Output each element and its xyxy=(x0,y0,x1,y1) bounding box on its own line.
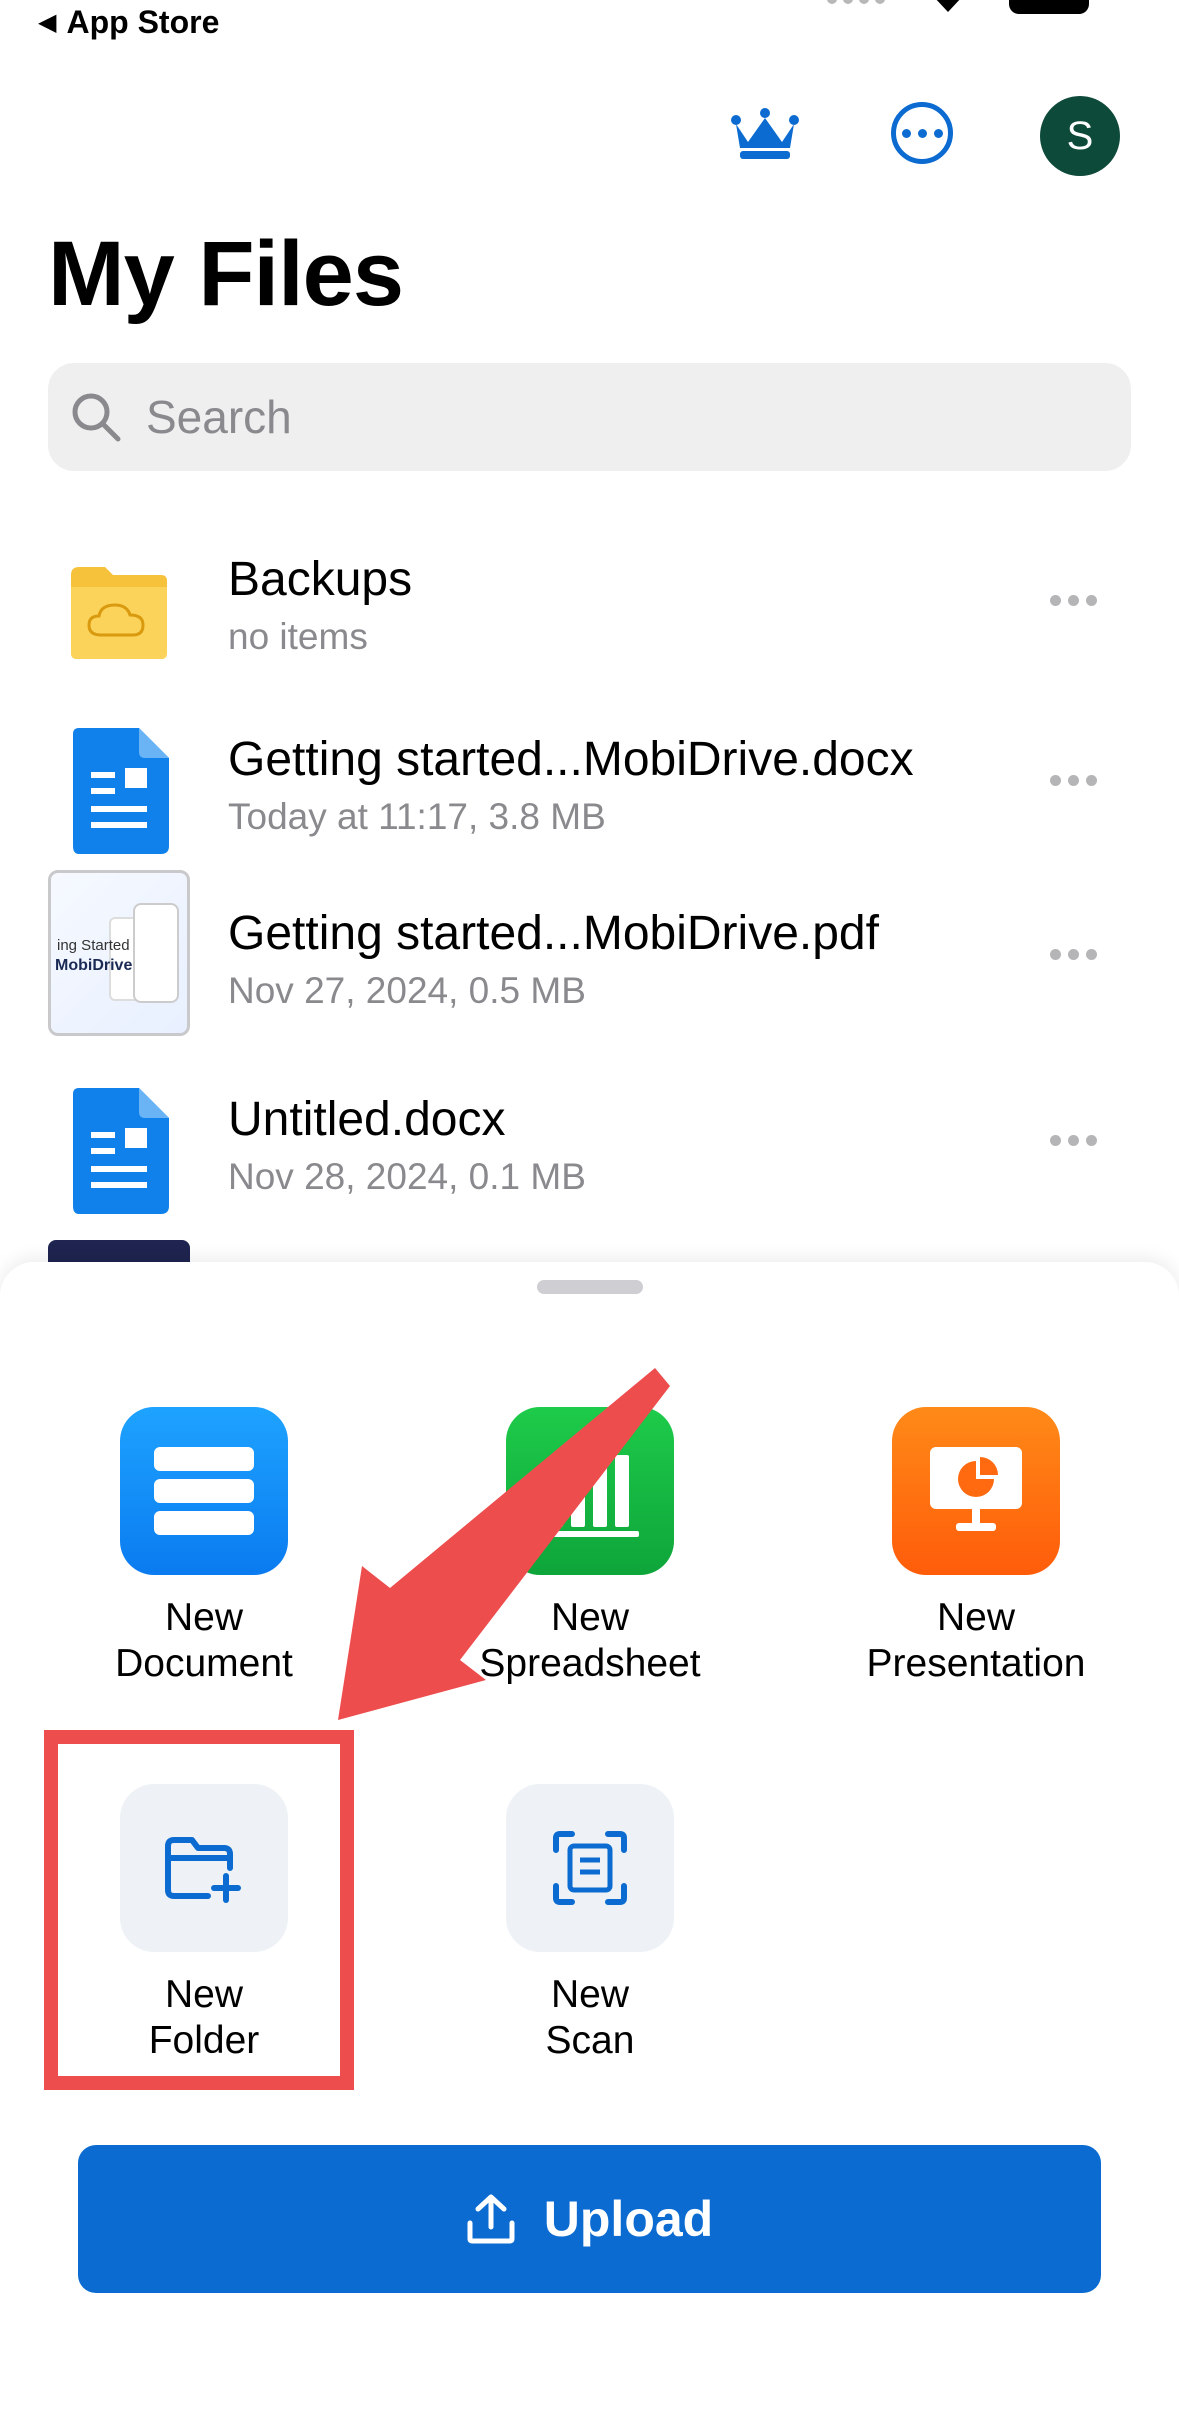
battery-icon xyxy=(1009,0,1089,14)
document-icon xyxy=(120,1407,288,1575)
upload-icon xyxy=(467,2194,515,2244)
row-more-icon[interactable] xyxy=(1050,592,1104,608)
action-label: Presentation xyxy=(866,1642,1086,1685)
list-item[interactable]: ing Started MobiDrive Getting started...… xyxy=(0,870,1179,1062)
docx-file-icon xyxy=(48,1080,190,1222)
file-meta: Nov 28, 2024, 0.1 MB xyxy=(228,1156,586,1197)
presentation-icon xyxy=(892,1407,1060,1575)
file-meta: no items xyxy=(228,616,368,657)
file-name: Backups xyxy=(228,553,413,606)
new-document-button[interactable]: New Document xyxy=(54,1407,354,1687)
back-app-label: App Store xyxy=(66,4,220,40)
avatar[interactable]: S xyxy=(1040,96,1120,176)
status-indicators xyxy=(827,0,1089,16)
scan-icon xyxy=(506,1784,674,1952)
more-options-icon[interactable] xyxy=(891,102,953,164)
back-triangle-icon: ◀ xyxy=(38,9,57,36)
action-label: New xyxy=(164,1596,244,1639)
action-label: Scan xyxy=(545,2019,635,2062)
new-spreadsheet-button[interactable]: New Spreadsheet xyxy=(440,1407,740,1687)
highlight-annotation xyxy=(44,1730,354,2090)
docx-file-icon xyxy=(48,720,190,862)
signal-icon xyxy=(827,0,887,8)
file-name: Getting started...MobiDrive.docx xyxy=(228,733,914,786)
sheet-grabber[interactable] xyxy=(537,1280,643,1294)
row-more-icon[interactable] xyxy=(1050,946,1104,962)
spreadsheet-icon xyxy=(506,1407,674,1575)
pdf-thumbnail: ing Started MobiDrive xyxy=(48,870,190,1036)
action-label: New xyxy=(550,1596,630,1639)
search-input[interactable] xyxy=(146,390,1046,444)
crown-icon[interactable] xyxy=(730,108,800,160)
search-icon xyxy=(72,393,121,442)
new-presentation-button[interactable]: New Presentation xyxy=(826,1407,1126,1687)
header-actions: S xyxy=(0,90,1179,180)
back-to-app-store[interactable]: ◀ App Store xyxy=(38,4,219,41)
action-label: New xyxy=(550,1973,630,2016)
list-item[interactable]: Untitled.docx Nov 28, 2024, 0.1 MB xyxy=(0,1080,1179,1260)
list-item[interactable]: Backups no items xyxy=(0,540,1179,720)
action-label: New xyxy=(936,1596,1016,1639)
page-title: My Files xyxy=(48,223,404,325)
upload-button[interactable]: Upload xyxy=(78,2145,1101,2293)
action-label: Document xyxy=(115,1642,293,1685)
file-name: Getting started...MobiDrive.pdf xyxy=(228,907,879,960)
wifi-icon xyxy=(936,0,960,12)
search-bar[interactable] xyxy=(48,363,1131,471)
status-bar: ◀ App Store xyxy=(0,0,1179,50)
upload-label: Upload xyxy=(543,2191,714,2247)
new-scan-button[interactable]: New Scan xyxy=(440,1784,740,2064)
file-meta: Today at 11:17, 3.8 MB xyxy=(228,796,606,837)
row-more-icon[interactable] xyxy=(1050,772,1104,788)
row-more-icon[interactable] xyxy=(1050,1132,1104,1148)
file-meta: Nov 27, 2024, 0.5 MB xyxy=(228,970,586,1011)
file-name: Untitled.docx xyxy=(228,1093,506,1146)
action-label: Spreadsheet xyxy=(479,1642,701,1685)
folder-cloud-icon xyxy=(48,540,190,682)
